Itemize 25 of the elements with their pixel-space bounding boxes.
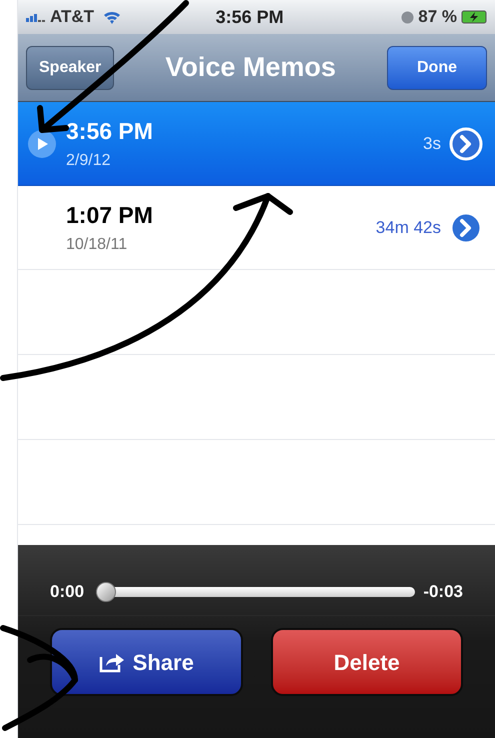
delete-button[interactable]: Delete: [270, 628, 463, 696]
memo-row[interactable]: 3:56 PM 2/9/12 3s: [18, 102, 495, 186]
signal-icon: [26, 12, 46, 22]
share-button[interactable]: Share: [50, 628, 242, 696]
play-icon[interactable]: [27, 128, 57, 158]
screen-title: Voice Memos: [165, 51, 336, 84]
scrubber-slider[interactable]: [96, 582, 416, 602]
remaining-time: -0:03: [423, 581, 463, 604]
done-button[interactable]: Done: [386, 46, 487, 90]
memo-duration: 3s: [423, 132, 441, 155]
wifi-icon: [102, 9, 122, 25]
memo-time: 1:07 PM: [66, 201, 154, 230]
memo-date: 10/18/11: [66, 234, 128, 255]
memo-time: 3:56 PM: [66, 117, 154, 146]
scrubber-thumb[interactable]: [96, 582, 116, 602]
memo-duration: 34m 42s: [376, 216, 441, 239]
disclosure-icon[interactable]: [449, 126, 483, 160]
battery-charging-icon: [461, 10, 487, 24]
elapsed-time: 0:00: [50, 581, 84, 604]
speaker-button[interactable]: Speaker: [26, 46, 114, 90]
battery-percent: 87 %: [418, 6, 457, 28]
carrier-name: AT&T: [50, 6, 94, 28]
status-time: 3:56 PM: [216, 6, 284, 28]
memo-date: 2/9/12: [66, 150, 112, 171]
share-icon: [98, 651, 125, 673]
